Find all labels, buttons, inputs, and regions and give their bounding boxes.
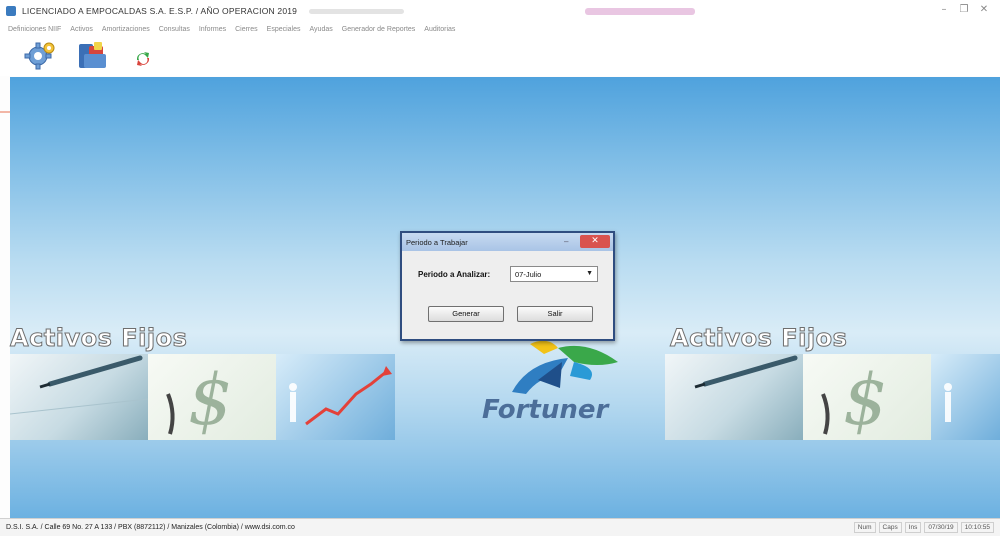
gear-icon[interactable] <box>24 40 56 72</box>
banner-right: $ <box>665 354 1000 440</box>
menu-activos[interactable]: Activos <box>70 26 93 33</box>
fortuner-logo <box>512 340 618 394</box>
app-icon <box>6 6 16 16</box>
dialog-minimize-button[interactable]: – <box>564 237 576 246</box>
binder-icon[interactable] <box>76 40 110 72</box>
title-bar: LICENCIADO A EMPOCALDAS S.A. E.S.P. / AÑ… <box>0 0 1000 22</box>
dollar-image-right: $ <box>803 354 931 440</box>
window-title: LICENCIADO A EMPOCALDAS S.A. E.S.P. / AÑ… <box>22 6 298 16</box>
taskbar-highlight <box>585 8 695 15</box>
exit-button[interactable]: Salir <box>517 306 593 322</box>
pen-illustration-right <box>694 355 798 389</box>
svg-text:$: $ <box>843 359 888 440</box>
menu-informes[interactable]: Informes <box>199 26 226 33</box>
growth-chart-illustration <box>289 366 392 426</box>
svg-text:$: $ <box>188 359 233 440</box>
generate-button[interactable]: Generar <box>428 306 504 322</box>
window-controls: – ❐ ✕ <box>936 3 992 17</box>
dialog-close-button[interactable]: ✕ <box>580 235 610 248</box>
insert-indicator: Ins <box>904 522 922 533</box>
fortuner-wordmark: Fortuner <box>482 395 609 425</box>
application-window: LICENCIADO A EMPOCALDAS S.A. E.S.P. / AÑ… <box>0 0 1000 536</box>
growth-chart-image-right <box>931 354 1000 440</box>
caps-lock-indicator: Caps <box>878 522 902 533</box>
menu-especiales[interactable]: Especiales <box>267 26 301 33</box>
pen-illustration <box>10 355 148 415</box>
menu-amortizaciones[interactable]: Amortizaciones <box>102 26 150 33</box>
menu-cierres[interactable]: Cierres <box>235 26 258 33</box>
dollar-image: $ <box>148 354 276 440</box>
banner-left: $ <box>10 354 395 440</box>
dollar-illustration-right: $ <box>821 359 888 440</box>
dollar-illustration: $ <box>166 359 233 440</box>
menu-definiciones-niif[interactable]: Definiciones NIIF <box>8 26 61 33</box>
company-info: D.S.I. S.A. / Calle 69 No. 27 A 133 / PB… <box>6 524 295 531</box>
toolbar <box>0 36 1000 113</box>
dialog-body: Periodo a Analizar: 07-Julio ▼ Generar S… <box>402 251 613 339</box>
status-bar: D.S.I. S.A. / Calle 69 No. 27 A 133 / PB… <box>0 518 1000 536</box>
period-select[interactable]: 07-Julio ▼ <box>510 266 598 282</box>
pen-image-right <box>665 354 803 440</box>
dialog-title-bar: Periodo a Trabajar – ✕ <box>402 233 613 251</box>
menu-ayudas[interactable]: Ayudas <box>310 26 333 33</box>
period-select-value: 07-Julio <box>515 269 542 279</box>
period-field-label: Periodo a Analizar: <box>418 270 491 279</box>
menu-auditorias[interactable]: Auditorias <box>424 26 455 33</box>
status-time: 10:10:55 <box>960 522 994 533</box>
menu-generador-de-reportes[interactable]: Generador de Reportes <box>342 26 416 33</box>
close-button[interactable]: ✕ <box>976 3 992 17</box>
activos-fijos-title-right: Activos Fijos <box>669 324 848 353</box>
status-indicators: Num Caps Ins 07/30/19 10:10:55 <box>853 522 994 533</box>
pen-image <box>10 354 148 440</box>
period-dialog: Periodo a Trabajar – ✕ Periodo a Analiza… <box>400 231 615 341</box>
blurred-title-segment <box>309 8 405 14</box>
num-lock-indicator: Num <box>853 522 876 533</box>
activos-fijos-title-left: Activos Fijos <box>9 324 188 353</box>
chevron-down-icon[interactable]: ▼ <box>586 270 593 277</box>
minimize-button[interactable]: – <box>936 3 952 17</box>
menu-consultas[interactable]: Consultas <box>159 26 190 33</box>
dialog-title: Periodo a Trabajar <box>406 237 468 247</box>
growth-chart-image <box>276 354 395 440</box>
growth-chart-illustration-right <box>944 383 952 422</box>
status-date: 07/30/19 <box>924 522 958 533</box>
recycle-icon[interactable] <box>134 50 152 68</box>
menu-bar: Definiciones NIIF Activos Amortizaciones… <box>0 22 1000 36</box>
maximize-button[interactable]: ❐ <box>956 3 972 17</box>
